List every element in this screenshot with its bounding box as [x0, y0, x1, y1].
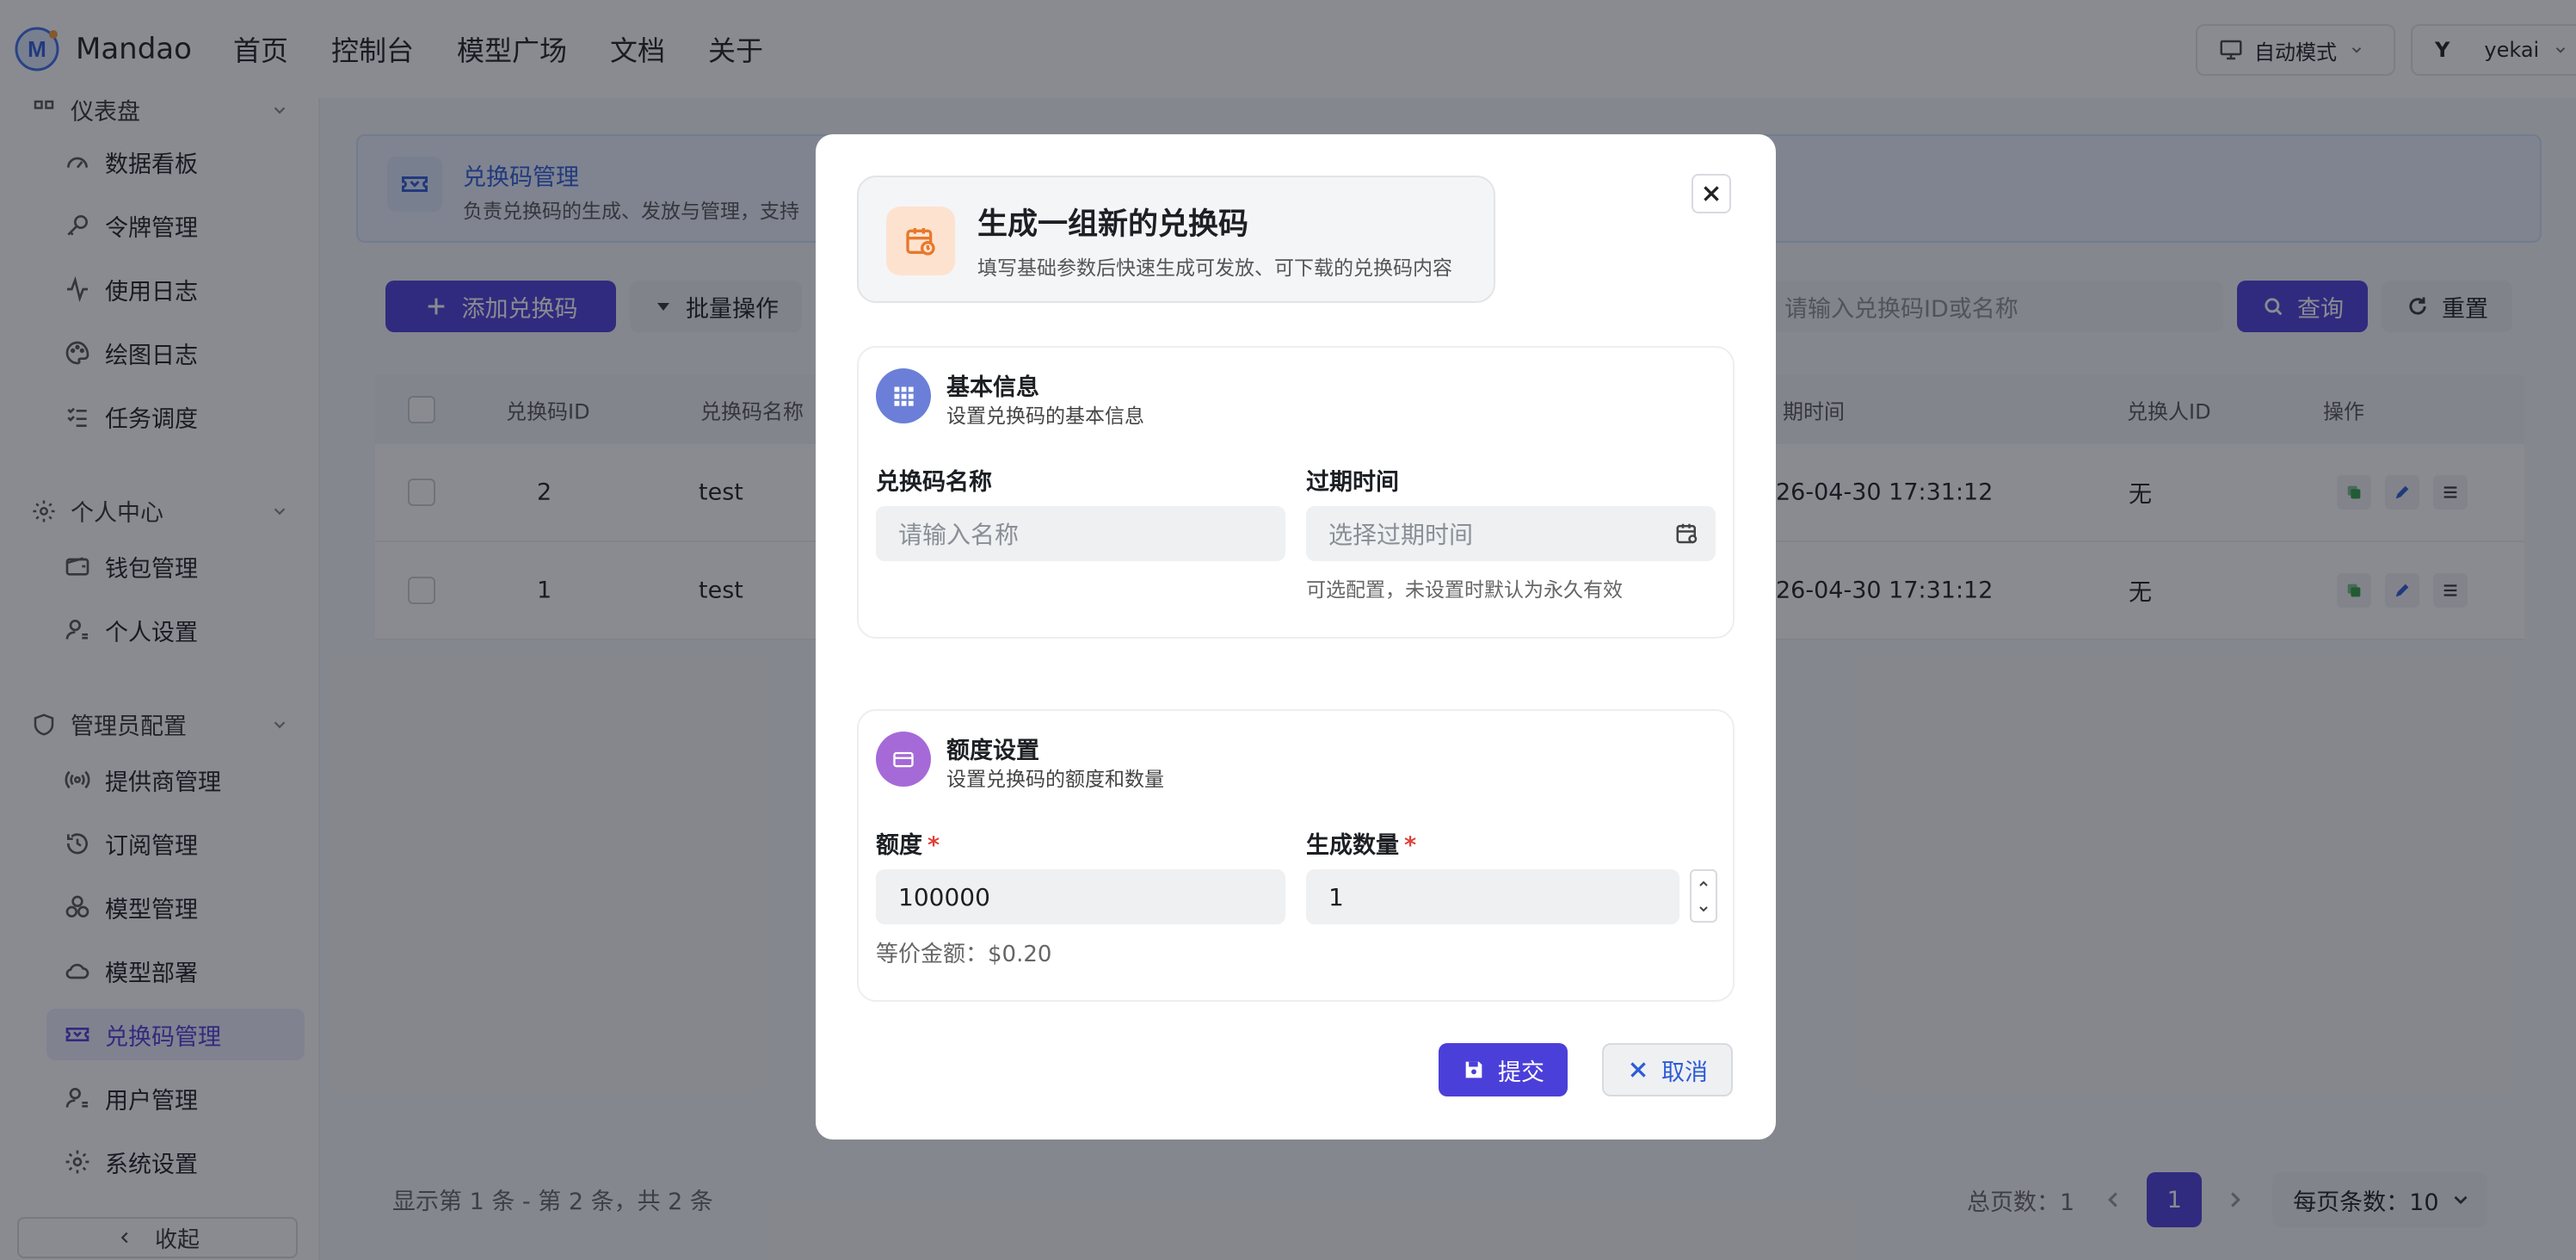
credit-card-icon — [876, 732, 931, 787]
modal-header: 生成一组新的兑换码 填写基础参数后快速生成可发放、可下载的兑换码内容 — [857, 176, 1495, 303]
count-input[interactable]: 1 — [1306, 869, 1679, 924]
amount-value: 100000 — [898, 882, 990, 911]
expire-hint: 可选配置，未设置时默认为永久有效 — [1306, 579, 1623, 602]
count-stepper[interactable] — [1690, 869, 1717, 923]
modal-subtitle: 填写基础参数后快速生成可发放、可下载的兑换码内容 — [977, 257, 1452, 280]
amount-label: 额度 * — [876, 826, 940, 860]
close-button[interactable] — [1692, 174, 1731, 213]
calendar-clock-icon — [886, 207, 955, 275]
equivalent-amount: 等价金额：$0.20 — [876, 942, 1052, 967]
close-icon — [1630, 1062, 1646, 1078]
generate-redeem-codes-modal: 生成一组新的兑换码 填写基础参数后快速生成可发放、可下载的兑换码内容 基本信息 … — [816, 134, 1776, 1140]
required-mark: * — [927, 832, 940, 859]
expire-time-label: 过期时间 — [1306, 469, 1399, 496]
count-label: 生成数量 * — [1306, 826, 1416, 860]
cancel-label: 取消 — [1661, 1059, 1708, 1086]
section-subtitle: 设置兑换码的基本信息 — [946, 405, 1144, 428]
modal-title: 生成一组新的兑换码 — [977, 207, 1249, 242]
name-placeholder: 请输入名称 — [898, 521, 1020, 549]
close-icon — [1704, 186, 1719, 201]
chevron-up-icon[interactable] — [1697, 877, 1710, 891]
basic-info-section: 基本信息 设置兑换码的基本信息 兑换码名称 请输入名称 过期时间 选择过期时间 … — [857, 346, 1735, 639]
cancel-button[interactable]: 取消 — [1602, 1043, 1733, 1096]
calendar-icon — [1676, 523, 1698, 544]
section-title: 额度设置 — [946, 738, 1039, 764]
count-label-text: 生成数量 — [1306, 832, 1399, 859]
chevron-down-icon[interactable] — [1697, 902, 1710, 916]
apps-grid-icon — [876, 368, 931, 423]
quota-section: 额度设置 设置兑换码的额度和数量 额度 * 100000 等价金额：$0.20 生… — [857, 709, 1735, 1002]
required-mark: * — [1404, 832, 1417, 859]
amount-input[interactable]: 100000 — [876, 869, 1285, 924]
count-value: 1 — [1328, 882, 1344, 911]
amount-label-text: 额度 — [876, 832, 922, 859]
save-icon — [1465, 1061, 1482, 1078]
submit-label: 提交 — [1498, 1059, 1544, 1086]
section-subtitle: 设置兑换码的额度和数量 — [946, 769, 1164, 791]
name-label: 兑换码名称 — [876, 469, 992, 496]
name-input[interactable]: 请输入名称 — [876, 506, 1285, 561]
section-title: 基本信息 — [946, 374, 1039, 401]
expire-time-picker[interactable]: 选择过期时间 — [1306, 506, 1716, 561]
submit-button[interactable]: 提交 — [1439, 1043, 1568, 1096]
expire-placeholder: 选择过期时间 — [1328, 521, 1474, 549]
